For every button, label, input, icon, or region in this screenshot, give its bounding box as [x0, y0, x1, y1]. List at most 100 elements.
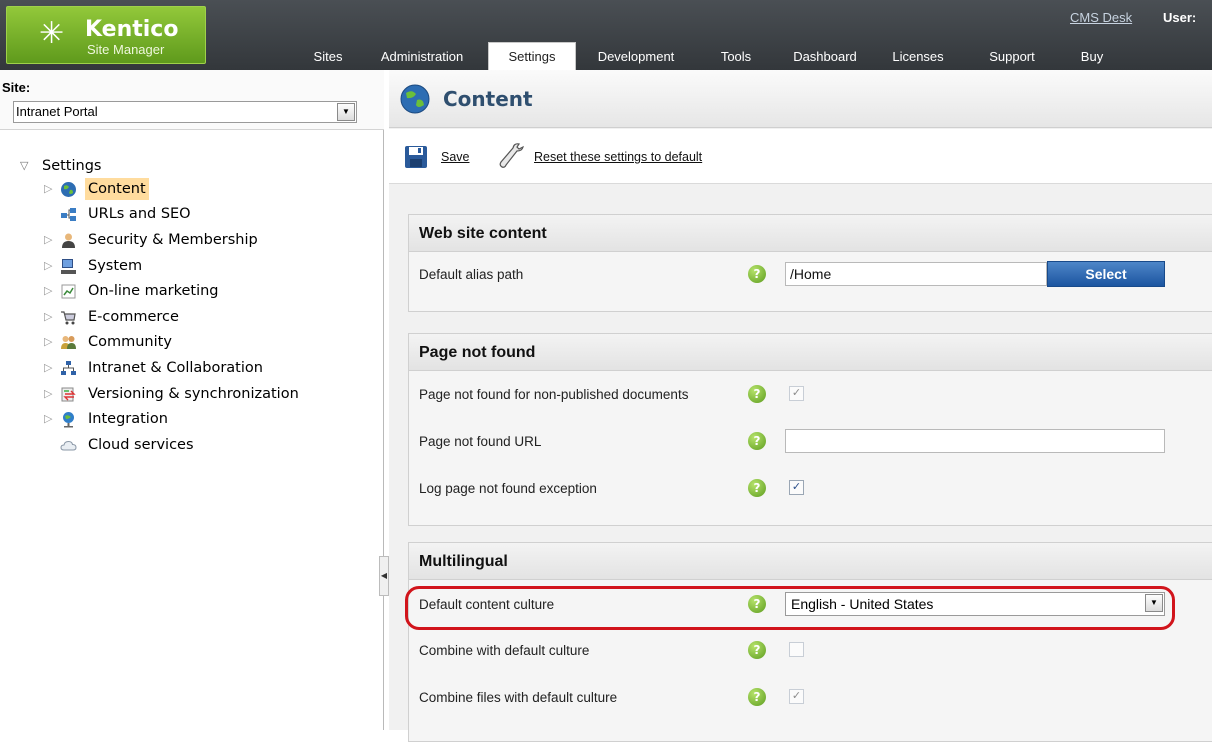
setting-label: Default alias path: [419, 267, 524, 282]
expand-arrow-icon[interactable]: ▷: [44, 306, 56, 328]
tree-item-ecommerce[interactable]: ▷ E-commerce: [0, 306, 300, 328]
cloud-icon: [60, 440, 77, 451]
section-heading: Multilingual: [409, 543, 1212, 580]
tree-item-security-membership[interactable]: ▷ Security & Membership: [0, 229, 300, 251]
panel-collapse-handle[interactable]: ◀: [379, 556, 389, 596]
setting-label: Combine with default culture: [419, 643, 590, 658]
action-bar: Save Reset these settings to default: [389, 129, 1212, 184]
tab-administration[interactable]: Administration: [372, 46, 472, 70]
computer-icon: [61, 259, 76, 274]
tree-item-online-marketing[interactable]: ▷ On-line marketing: [0, 280, 300, 302]
default-content-culture-value: English - United States: [791, 596, 934, 612]
default-alias-path-input[interactable]: /Home: [785, 262, 1047, 286]
help-icon[interactable]: ?: [748, 385, 766, 403]
network-icon: [61, 361, 76, 375]
tree-item-intranet-collaboration[interactable]: ▷ Intranet & Collaboration: [0, 357, 300, 379]
tree-item-integration[interactable]: ▷ Integration: [0, 408, 300, 430]
tab-licenses[interactable]: Licenses: [884, 46, 952, 70]
section-multilingual: Multilingual Default content culture ? E…: [408, 542, 1212, 742]
help-icon[interactable]: ?: [748, 265, 766, 283]
tree-item-urls-seo[interactable]: URLs and SEO: [0, 203, 300, 225]
tab-buy[interactable]: Buy: [1072, 46, 1112, 70]
site-select-value: Intranet Portal: [16, 104, 98, 119]
main-panel: Content Save Reset these settings to def…: [389, 70, 1212, 742]
logo-brand: Kentico: [85, 17, 179, 42]
tree-item-cloud-services[interactable]: Cloud services: [0, 434, 300, 456]
select-button[interactable]: Select: [1047, 261, 1165, 287]
reset-settings-button[interactable]: Reset these settings to default: [497, 143, 737, 173]
globe-icon: [61, 182, 76, 197]
chevron-down-icon[interactable]: ▼: [337, 103, 355, 121]
site-selector-area: Site: Intranet Portal ▼: [0, 70, 384, 130]
expand-arrow-icon[interactable]: ▷: [44, 229, 56, 251]
tree-item-community[interactable]: ▷ Community: [0, 331, 300, 353]
tab-development[interactable]: Development: [590, 46, 682, 70]
expand-arrow-icon[interactable]: ▷: [44, 408, 56, 430]
page-not-found-nonpublished-checkbox[interactable]: ✓: [789, 386, 804, 401]
collapse-arrow-icon[interactable]: ▽: [20, 155, 32, 177]
cart-icon: [61, 311, 76, 325]
user-label: User:: [1163, 10, 1197, 25]
site-label: Site:: [2, 80, 31, 95]
tab-dashboard[interactable]: Dashboard: [785, 46, 865, 70]
site-select[interactable]: Intranet Portal ▼: [13, 101, 357, 123]
default-content-culture-select[interactable]: English - United States ▼: [785, 592, 1165, 616]
wrench-icon: [499, 143, 524, 168]
setting-label: Page not found for non-published documen…: [419, 387, 689, 402]
expand-arrow-icon[interactable]: ▷: [44, 331, 56, 353]
tab-sites[interactable]: Sites: [310, 46, 346, 70]
section-web-site-content: Web site content Default alias path ? /H…: [408, 214, 1212, 312]
tree-item-system[interactable]: ▷ System: [0, 255, 300, 277]
combine-files-default-culture-checkbox[interactable]: ✓: [789, 689, 804, 704]
setting-row-combine-files-default-culture: Combine files with default culture ? ✓: [409, 683, 1212, 713]
expand-arrow-icon[interactable]: ▷: [44, 280, 56, 302]
setting-row-page-not-found-nonpublished: Page not found for non-published documen…: [409, 380, 1212, 410]
expand-arrow-icon[interactable]: ▷: [44, 357, 56, 379]
setting-row-combine-default-culture: Combine with default culture ?: [409, 636, 1212, 666]
sitemap-icon: [61, 208, 76, 221]
top-header: ✳ Kentico Site Manager Sites Administrat…: [0, 0, 1212, 70]
expand-arrow-icon[interactable]: ▷: [44, 178, 56, 200]
setting-row-default-alias-path: Default alias path ? /Home Select: [409, 260, 1212, 290]
help-icon[interactable]: ?: [748, 479, 766, 497]
setting-row-page-not-found-url: Page not found URL ?: [409, 427, 1212, 457]
help-icon[interactable]: ?: [748, 641, 766, 659]
help-icon[interactable]: ?: [748, 595, 766, 613]
setting-label: Combine files with default culture: [419, 690, 618, 705]
cms-desk-link[interactable]: CMS Desk: [1070, 10, 1132, 25]
setting-label: Page not found URL: [419, 434, 542, 449]
kentico-logo[interactable]: ✳ Kentico Site Manager: [6, 6, 206, 64]
section-page-not-found: Page not found Page not found for non-pu…: [408, 333, 1212, 526]
expand-arrow-icon[interactable]: ▷: [44, 383, 56, 405]
people-icon: [61, 336, 76, 349]
log-page-not-found-checkbox[interactable]: ✓: [789, 480, 804, 495]
setting-row-default-content-culture: Default content culture ? English - Unit…: [409, 590, 1212, 620]
tab-support[interactable]: Support: [980, 46, 1044, 70]
tree-root-settings[interactable]: ▽ Settings: [0, 155, 200, 177]
expand-arrow-icon[interactable]: ▷: [44, 255, 56, 277]
tab-settings[interactable]: Settings: [488, 42, 576, 70]
setting-label: Log page not found exception: [419, 481, 597, 496]
tree-item-content[interactable]: ▷ Content: [0, 178, 300, 200]
tab-tools[interactable]: Tools: [712, 46, 760, 70]
left-panel: Site: Intranet Portal ▼ ▽ Settings ▷ Con…: [0, 70, 384, 730]
kentico-star-icon: ✳: [39, 16, 65, 51]
user-icon: [62, 233, 75, 248]
globe-icon: [400, 84, 430, 114]
integration-icon: [63, 412, 74, 428]
sync-icon: [61, 387, 76, 402]
section-heading: Web site content: [409, 215, 1212, 252]
save-button[interactable]: Save: [404, 145, 474, 173]
help-icon[interactable]: ?: [748, 688, 766, 706]
page-title: Content: [443, 87, 533, 111]
page-not-found-url-input[interactable]: [785, 429, 1165, 453]
chevron-down-icon[interactable]: ▼: [1145, 594, 1163, 612]
page-header: Content: [389, 70, 1212, 128]
logo-subtitle: Site Manager: [87, 42, 165, 57]
chart-icon: [61, 284, 76, 299]
section-heading: Page not found: [409, 334, 1212, 371]
combine-default-culture-checkbox[interactable]: [789, 642, 804, 657]
floppy-disk-icon: [405, 146, 427, 168]
tree-item-versioning-sync[interactable]: ▷ Versioning & synchronization: [0, 383, 330, 405]
help-icon[interactable]: ?: [748, 432, 766, 450]
